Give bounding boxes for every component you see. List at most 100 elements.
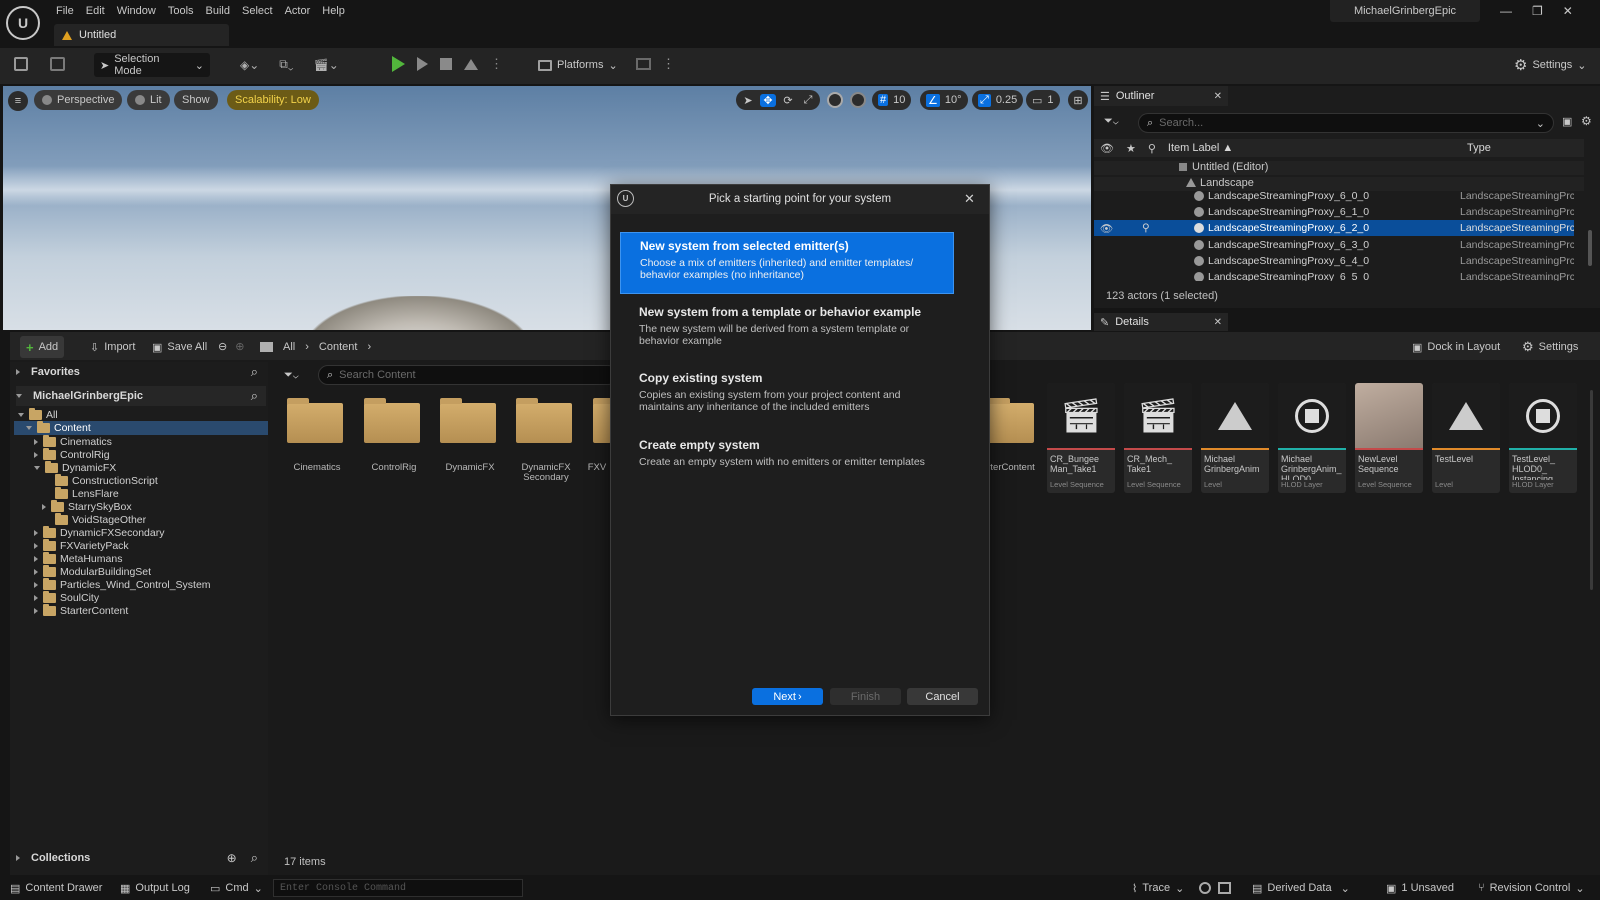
- option-from-template[interactable]: New system from a template or behavior e…: [620, 299, 954, 359]
- restore-icon[interactable]: ❐: [1532, 4, 1543, 18]
- menu-actor[interactable]: Actor: [283, 2, 321, 20]
- close-icon[interactable]: ✕: [1214, 91, 1222, 102]
- scale-tool-icon[interactable]: ⤢: [800, 94, 816, 107]
- type-column[interactable]: Type: [1467, 142, 1491, 154]
- play-icon[interactable]: [392, 56, 405, 72]
- content-drawer-button[interactable]: ▤ Content Drawer: [4, 877, 108, 899]
- unsaved-button[interactable]: ▣ 1 Unsaved: [1380, 877, 1460, 899]
- content-settings-button[interactable]: ⚙ Settings: [1516, 336, 1584, 358]
- save-icon[interactable]: [14, 57, 28, 71]
- tree-item-particles-wind[interactable]: Particles_Wind_Control_System: [14, 577, 268, 591]
- record-icon[interactable]: [1199, 882, 1211, 894]
- close-icon[interactable]: ✕: [1214, 317, 1222, 328]
- select-tool-icon[interactable]: ➤: [740, 94, 756, 107]
- next-button[interactable]: Next ›: [752, 688, 823, 705]
- derived-data-dropdown[interactable]: ▤ Derived Data ⌄: [1246, 877, 1356, 899]
- list-item[interactable]: LandscapeStreamingProxy_6_0_0 LandscapeS…: [1094, 191, 1574, 204]
- outliner-landscape-row[interactable]: Landscape: [1094, 177, 1584, 191]
- step-icon[interactable]: [417, 57, 428, 71]
- pin-icon[interactable]: ⚲: [1148, 142, 1156, 155]
- asset-card[interactable]: 🎬︎ CR_Mech_ Take1 Level Sequence: [1124, 383, 1192, 493]
- project-header[interactable]: MichaelGrinbergEpic ⌕: [16, 386, 266, 406]
- cancel-button[interactable]: Cancel: [907, 688, 978, 705]
- tree-item-starryskybox[interactable]: StarrySkyBox: [14, 499, 268, 513]
- browse-icon[interactable]: [50, 57, 65, 71]
- folder-startercontent[interactable]: [988, 398, 1034, 443]
- scalability-badge[interactable]: Scalability: Low: [227, 90, 319, 110]
- visibility-icon[interactable]: 👁︎: [1100, 222, 1113, 235]
- cinematics-icon[interactable]: 🎬︎⌄: [314, 58, 339, 72]
- back-icon[interactable]: ⊖: [218, 340, 227, 353]
- translate-tool-icon[interactable]: ✥: [760, 93, 776, 107]
- add-collection-icon[interactable]: ⊕: [227, 851, 237, 865]
- asset-card[interactable]: 🎬︎ CR_Bungee Man_Take1 Level Sequence: [1047, 383, 1115, 493]
- show-button[interactable]: Show: [174, 90, 218, 110]
- tree-item-all[interactable]: All: [14, 407, 268, 421]
- angle-snap-button[interactable]: ∠ 10°: [920, 90, 968, 110]
- tree-item-fxvarietypack[interactable]: FXVarietyPack: [14, 538, 268, 552]
- package-icon[interactable]: [636, 58, 651, 70]
- add-folder-icon[interactable]: ▣: [1562, 115, 1572, 128]
- dock-in-layout-button[interactable]: ▣ Dock in Layout: [1406, 336, 1506, 358]
- outliner-root-row[interactable]: Untitled (Editor): [1094, 161, 1584, 175]
- asset-card[interactable]: Michael GrinbergAnim_ HLOD0 HLOD Layer: [1278, 383, 1346, 493]
- list-item-selected[interactable]: 👁︎ ⚲ LandscapeStreamingProxy_6_2_0 Lands…: [1094, 220, 1574, 236]
- asset-card[interactable]: NewLevel Sequence Level Sequence: [1355, 383, 1423, 493]
- unreal-logo-icon[interactable]: U: [6, 6, 40, 40]
- outliner-search-input[interactable]: ⌕ Search... ⌄: [1138, 113, 1554, 133]
- settings-button[interactable]: ⚙ Settings ⌄: [1508, 53, 1592, 77]
- eject-icon[interactable]: [464, 58, 478, 70]
- close-icon[interactable]: ✕: [964, 191, 975, 207]
- content-scrollbar[interactable]: [1590, 390, 1593, 590]
- option-from-emitters[interactable]: New system from selected emitter(s) Choo…: [620, 232, 954, 294]
- folder-controlrig[interactable]: [364, 398, 420, 443]
- tree-item-content[interactable]: Content: [14, 421, 268, 435]
- revision-control-dropdown[interactable]: ⑂ Revision Control ⌄: [1472, 877, 1591, 899]
- more-options-icon[interactable]: ⋮: [490, 56, 503, 72]
- add-button[interactable]: + Add: [20, 336, 65, 358]
- asset-card[interactable]: TestLevel Level: [1432, 383, 1500, 493]
- more-options-icon[interactable]: ⋮: [662, 56, 675, 72]
- viewport-layout-icon[interactable]: ⊞: [1068, 90, 1088, 110]
- minimize-icon[interactable]: —: [1500, 4, 1512, 18]
- breadcrumb-all[interactable]: All: [283, 341, 295, 353]
- tree-item-dynamicfxsecondary[interactable]: DynamicFXSecondary: [14, 525, 268, 539]
- collections-header[interactable]: Collections ⊕ ⌕: [16, 848, 266, 868]
- list-item[interactable]: LandscapeStreamingProxy_6_3_0 LandscapeS…: [1094, 237, 1574, 253]
- menu-tools[interactable]: Tools: [166, 2, 204, 20]
- menu-window[interactable]: Window: [115, 2, 166, 20]
- asset-card[interactable]: TestLevel_ HLOD0_ Instancing HLOD Layer: [1509, 383, 1577, 493]
- menu-select[interactable]: Select: [240, 2, 283, 20]
- stop-icon[interactable]: [440, 58, 452, 70]
- surface-snap-icon[interactable]: [850, 92, 866, 108]
- item-label-column[interactable]: Item Label ▲: [1168, 142, 1233, 154]
- pin-icon[interactable]: ⚲: [1142, 222, 1150, 234]
- tree-item-constructionscript[interactable]: ConstructionScript: [14, 473, 268, 487]
- blueprint-icon[interactable]: ⧉⌄: [279, 57, 293, 72]
- gear-icon[interactable]: ⚙: [1581, 114, 1592, 128]
- outliner-tab[interactable]: ☰ Outliner ✕: [1094, 86, 1228, 106]
- platforms-dropdown[interactable]: Platforms ⌄: [532, 53, 624, 77]
- filter-icon[interactable]: ⏷⌄: [284, 369, 299, 382]
- save-all-button[interactable]: ▣ Save All: [146, 336, 213, 358]
- tree-item-voidstageother[interactable]: VoidStageOther: [14, 512, 268, 526]
- forward-icon[interactable]: ⊕: [235, 340, 244, 353]
- search-icon[interactable]: ⌕: [251, 388, 258, 404]
- rotate-tool-icon[interactable]: ⟳: [780, 94, 796, 107]
- scale-snap-button[interactable]: ⤢ 0.25: [972, 90, 1024, 110]
- asset-card[interactable]: Michael GrinbergAnim Level: [1201, 383, 1269, 493]
- menu-build[interactable]: Build: [204, 2, 240, 20]
- favorites-header[interactable]: Favorites ⌕: [16, 362, 266, 382]
- menu-file[interactable]: File: [52, 2, 84, 20]
- close-window-icon[interactable]: ✕: [1563, 4, 1573, 18]
- folder-dynamicfx[interactable]: [440, 398, 496, 443]
- option-create-empty[interactable]: Create empty system Create an empty syst…: [620, 432, 954, 478]
- details-tab[interactable]: ✎ Details ✕: [1094, 313, 1228, 331]
- breadcrumb-content[interactable]: Content: [319, 341, 358, 353]
- console-input[interactable]: Enter Console Command: [273, 879, 523, 897]
- world-space-icon[interactable]: [827, 92, 843, 108]
- list-item[interactable]: LandscapeStreamingProxy_6_5_0 LandscapeS…: [1094, 269, 1574, 281]
- cmd-dropdown[interactable]: ▭ Cmd ⌄: [204, 877, 269, 899]
- outliner-scrollbar[interactable]: [1588, 230, 1592, 266]
- document-tab[interactable]: Untitled: [54, 24, 229, 46]
